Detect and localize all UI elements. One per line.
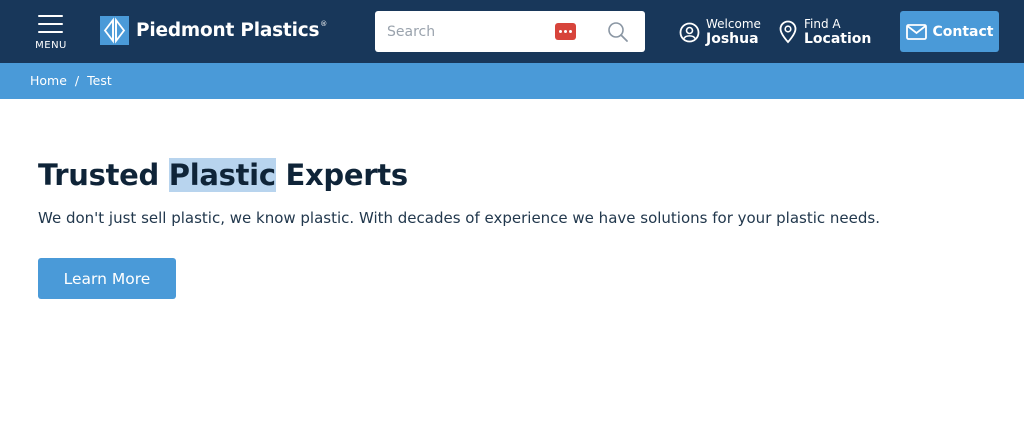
learn-more-button[interactable]: Learn More — [38, 258, 176, 299]
breadcrumb-bar: Home / Test — [0, 63, 1024, 99]
breadcrumb-current: Test — [87, 73, 112, 88]
user-circle-icon — [679, 22, 700, 42]
hero-title-end: Experts — [275, 158, 409, 192]
account-link[interactable]: Welcome Joshua — [679, 15, 761, 49]
site-logo[interactable]: Piedmont Plastics® — [100, 15, 327, 45]
breadcrumb-home-link[interactable]: Home — [30, 73, 67, 88]
contact-button[interactable]: Contact — [900, 11, 999, 52]
logo-text: Piedmont Plastics® — [136, 19, 328, 41]
site-header: MENU Piedmont Plastics® Search Welcome J… — [0, 0, 1024, 63]
user-name: Joshua — [706, 31, 759, 47]
welcome-label: Welcome — [706, 17, 761, 31]
search-box — [375, 11, 645, 52]
find-location-link[interactable]: Find A Location — [778, 15, 871, 49]
envelope-icon — [905, 23, 927, 40]
hero-title-start: Trusted — [38, 158, 169, 192]
search-input[interactable] — [375, 11, 557, 52]
hero-title: Trusted Plastic Experts — [38, 158, 408, 192]
logo-mark-icon — [100, 15, 129, 45]
password-dots-icon[interactable] — [555, 23, 576, 40]
breadcrumb-separator: / — [74, 73, 80, 88]
breadcrumb: Home / Test — [30, 73, 112, 88]
hamburger-icon — [38, 15, 63, 33]
map-pin-icon — [779, 20, 797, 44]
hero-title-highlight: Plastic — [168, 158, 276, 192]
location-label: Location — [804, 31, 872, 47]
hero-description: We don't just sell plastic, we know plas… — [38, 209, 880, 227]
contact-label: Contact — [932, 23, 994, 40]
menu-button[interactable]: MENU — [32, 12, 70, 54]
search-icon[interactable] — [607, 21, 629, 43]
find-label: Find A — [804, 17, 841, 31]
menu-label: MENU — [35, 40, 67, 51]
